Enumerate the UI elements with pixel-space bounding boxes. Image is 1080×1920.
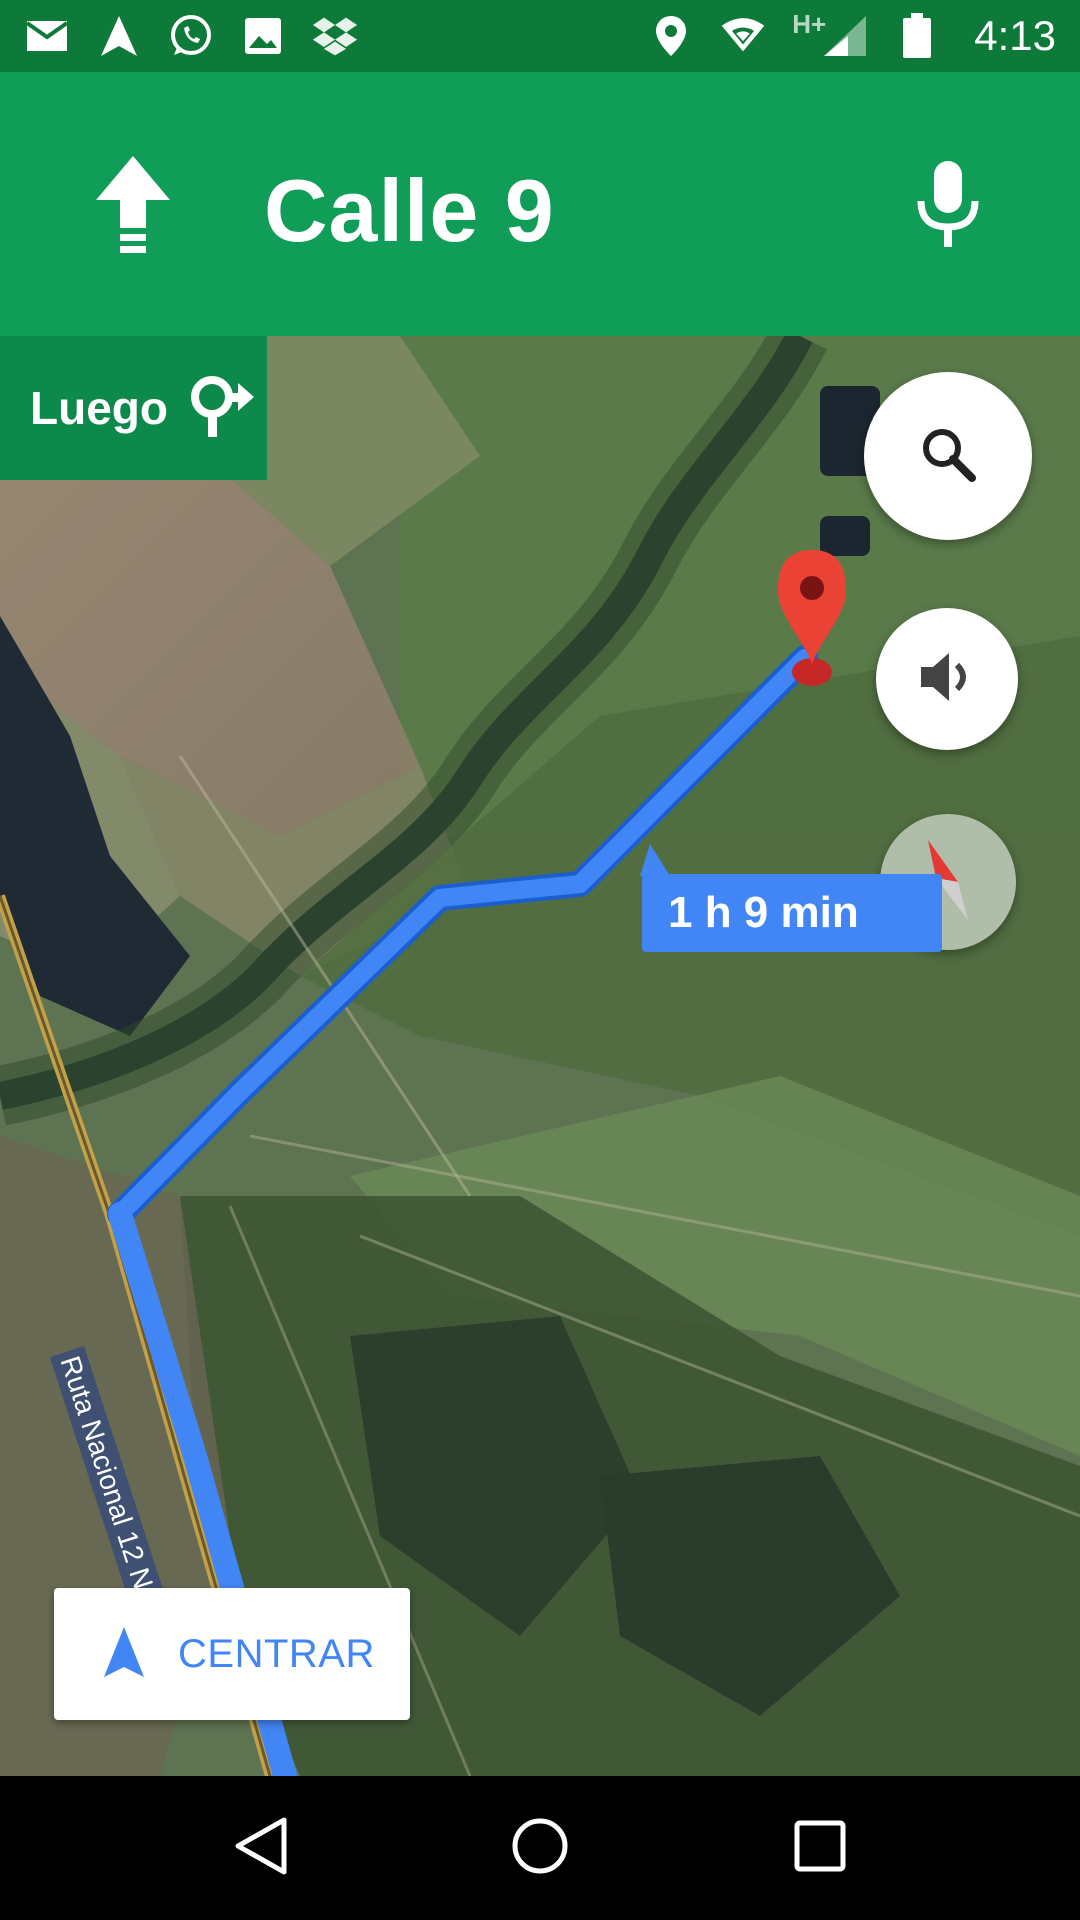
navigation-arrow-icon (104, 1626, 144, 1682)
status-time: 4:13 (974, 12, 1056, 59)
eta-bubble[interactable]: 1 h 9 min (640, 844, 942, 952)
eta-text: 1 h 9 min (668, 888, 859, 937)
roundabout-right-icon (188, 373, 256, 444)
status-left-icons (24, 13, 358, 59)
recents-icon (793, 1819, 847, 1878)
back-button[interactable] (220, 1808, 300, 1888)
map-view[interactable]: Ruta Nacional 12 North Acce (0, 336, 1080, 1776)
recents-button[interactable] (780, 1808, 860, 1888)
mic-icon (915, 160, 981, 256)
volume-button[interactable] (876, 608, 1018, 750)
dropbox-icon (312, 13, 358, 59)
search-button[interactable] (864, 372, 1032, 540)
signal-icon (822, 13, 868, 59)
straight-arrow-icon (96, 156, 170, 256)
back-icon (232, 1816, 288, 1881)
mic-button[interactable] (910, 158, 986, 258)
recenter-button[interactable]: CENTRAR (54, 1588, 410, 1720)
system-nav-bar (0, 1776, 1080, 1920)
location-icon (648, 13, 694, 59)
navigation-icon (96, 13, 142, 59)
wifi-icon (720, 13, 766, 59)
home-icon (510, 1816, 570, 1881)
status-right-icons: H+ 4:13 (648, 8, 1056, 60)
whatsapp-icon (168, 13, 214, 59)
mail-icon (24, 13, 70, 59)
network-type: H+ (792, 8, 827, 39)
recenter-label: CENTRAR (178, 1631, 375, 1676)
then-label: Luego (30, 382, 168, 434)
battery-icon (894, 13, 940, 59)
status-bar: H+ 4:13 (0, 0, 1080, 72)
navigation-header[interactable]: Calle 9 (0, 72, 1080, 336)
image-icon (240, 13, 286, 59)
then-instruction[interactable]: Luego (0, 336, 267, 480)
search-icon (918, 424, 978, 489)
street-name: Calle 9 (264, 161, 555, 260)
volume-icon (917, 649, 977, 710)
home-button[interactable] (500, 1808, 580, 1888)
